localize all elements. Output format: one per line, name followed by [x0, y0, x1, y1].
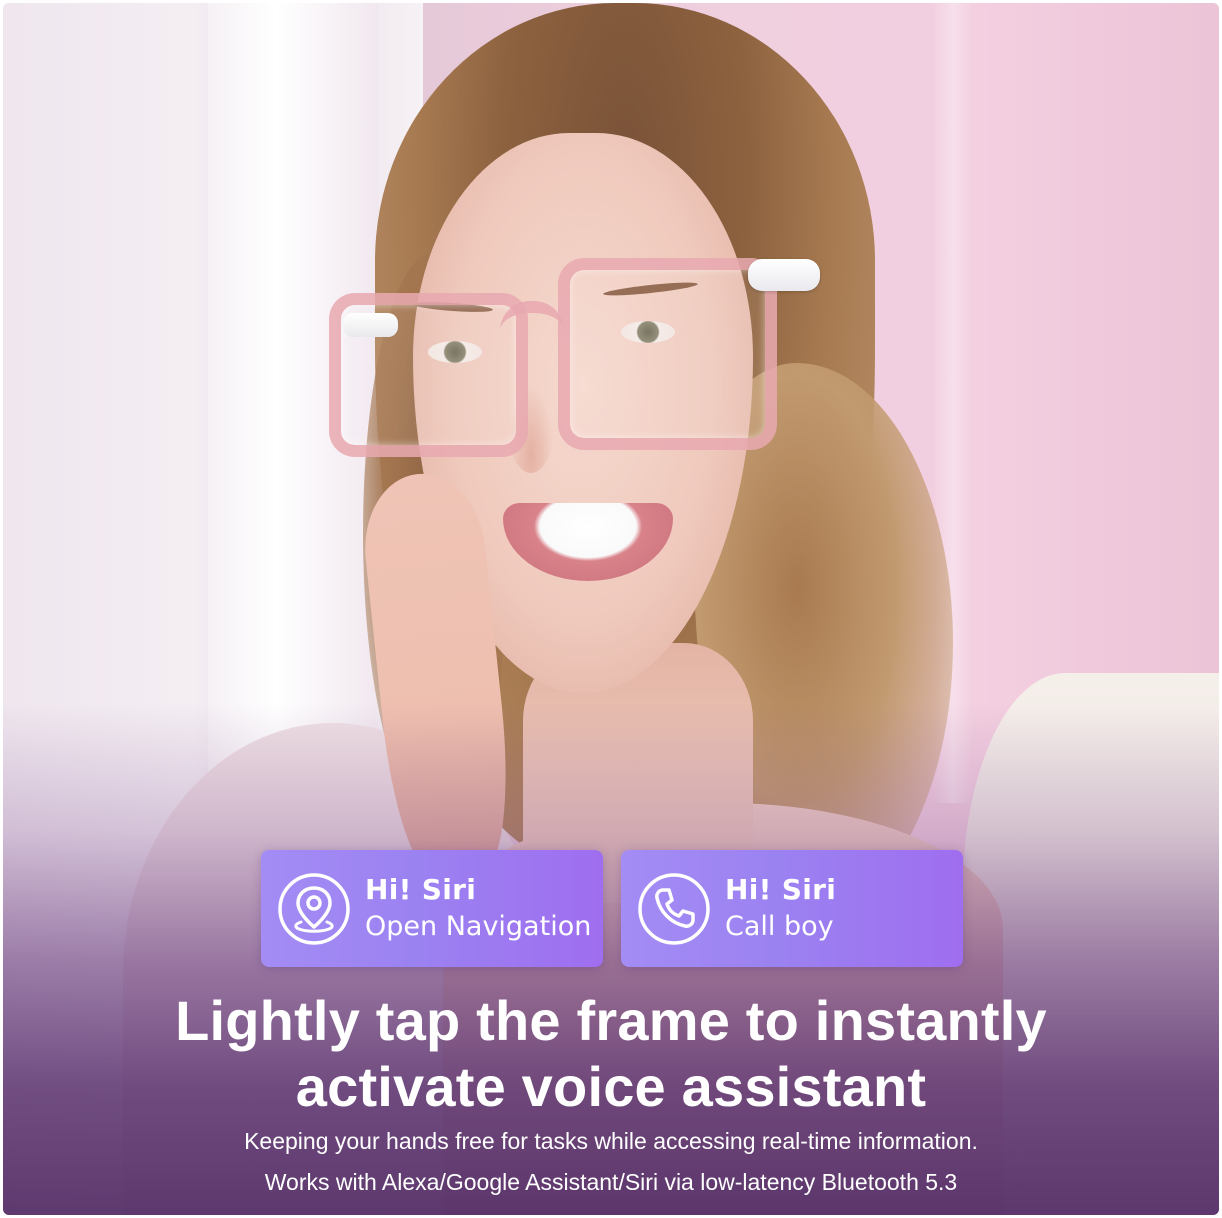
headline-line-1: Lightly tap the frame to instantly	[175, 989, 1047, 1052]
card-command: Open Navigation	[365, 911, 592, 942]
card-command: Call boy	[725, 911, 834, 942]
voice-command-card-navigation: Hi! Siri Open Navigation	[261, 850, 603, 967]
phone-icon	[638, 873, 710, 945]
glasses-lens-right	[558, 258, 777, 450]
card-text: Hi! Siri Open Navigation	[365, 872, 591, 946]
glasses-lens-left	[329, 293, 528, 457]
description-line-1: Keeping your hands free for tasks while …	[244, 1128, 978, 1154]
location-pin-icon	[278, 873, 350, 945]
description-line-2: Works with Alexa/Google Assistant/Siri v…	[264, 1169, 958, 1195]
card-greeting: Hi! Siri	[365, 873, 477, 906]
headline: Lightly tap the frame to instantly activ…	[3, 988, 1219, 1120]
card-text: Hi! Siri Call boy	[725, 872, 836, 946]
headline-line-2: activate voice assistant	[295, 1055, 927, 1118]
product-image: Hi! Siri Open Navigation Hi! Siri Call b…	[3, 3, 1219, 1215]
glasses-smart-temple	[748, 259, 820, 291]
voice-command-card-call: Hi! Siri Call boy	[621, 850, 963, 967]
card-greeting: Hi! Siri	[725, 873, 837, 906]
